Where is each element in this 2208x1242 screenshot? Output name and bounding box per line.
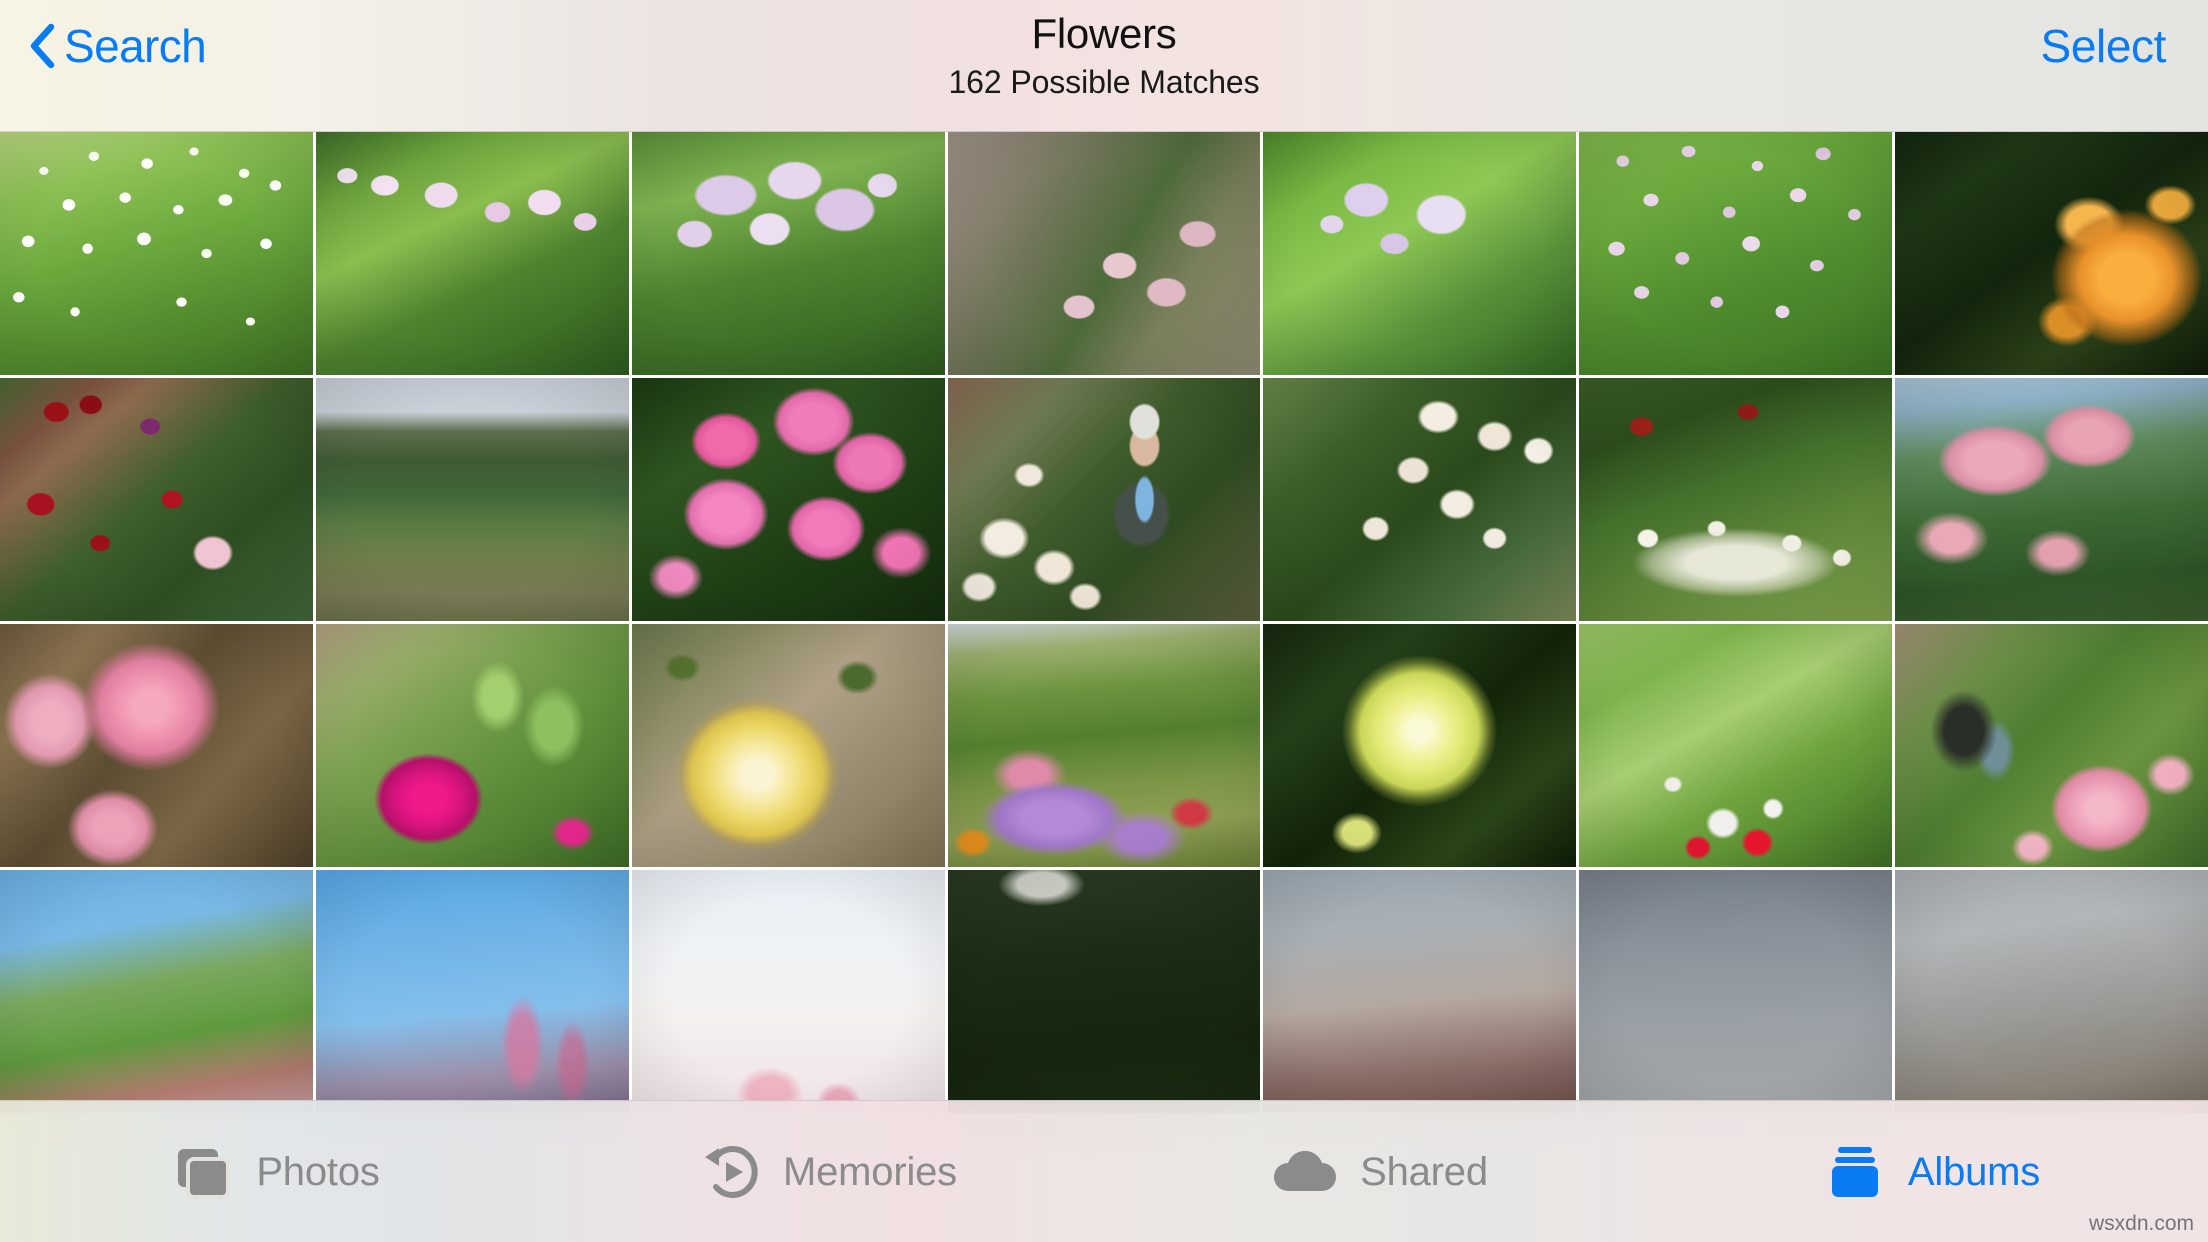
- photo-thumbnail[interactable]: [315, 378, 629, 621]
- photo-thumbnail[interactable]: [947, 378, 1261, 621]
- photo-image: [0, 132, 313, 375]
- photo-thumbnail[interactable]: [1263, 132, 1577, 375]
- photo-grid-scroll-area[interactable]: [0, 0, 2208, 1242]
- photo-thumbnail[interactable]: [315, 132, 629, 375]
- photo-image: [947, 378, 1261, 621]
- photo-thumbnail[interactable]: [1263, 378, 1577, 621]
- navigation-bar: Search Flowers 162 Possible Matches Sele…: [0, 0, 2208, 132]
- photo-image: [631, 378, 945, 621]
- photos-stack-icon: [178, 1148, 231, 1199]
- photo-thumbnail[interactable]: [947, 132, 1261, 375]
- photo-thumbnail[interactable]: [947, 624, 1261, 867]
- photo-image: [631, 132, 945, 375]
- back-to-search-button[interactable]: Search: [28, 14, 207, 78]
- page-subtitle-match-count: 162 Possible Matches: [948, 63, 1260, 100]
- photo-image: [631, 870, 945, 1113]
- photo-thumbnail[interactable]: [0, 378, 313, 621]
- photo-thumbnail[interactable]: [1895, 870, 2208, 1113]
- photo-image: [1263, 378, 1577, 621]
- photo-thumbnail[interactable]: [1263, 624, 1577, 867]
- photo-image: [315, 132, 629, 375]
- photo-thumbnail[interactable]: [1579, 378, 1893, 621]
- photo-image: [0, 378, 313, 621]
- photo-thumbnail[interactable]: [631, 870, 945, 1113]
- photo-thumbnail[interactable]: [1263, 870, 1577, 1113]
- photo-thumbnail[interactable]: [1579, 624, 1893, 867]
- tab-memories[interactable]: Memories: [552, 1101, 1104, 1242]
- photo-thumbnail[interactable]: [631, 624, 945, 867]
- tab-shared[interactable]: Shared: [1104, 1101, 1656, 1242]
- photo-image: [1579, 132, 1893, 375]
- photo-image: [1579, 870, 1893, 1113]
- photo-thumbnail[interactable]: [1579, 132, 1893, 375]
- photo-image: [315, 870, 629, 1113]
- photo-image: [1895, 132, 2208, 375]
- photo-thumbnail[interactable]: [631, 132, 945, 375]
- photo-thumbnail[interactable]: [947, 870, 1261, 1113]
- photo-image: [1895, 378, 2208, 621]
- photo-image: [1263, 870, 1577, 1113]
- photo-grid: [0, 132, 2208, 1113]
- page-title: Flowers: [1031, 10, 1177, 57]
- photo-image: [315, 624, 629, 867]
- tab-bar: Photos Memories Shared Albums: [0, 1100, 2208, 1242]
- photo-image: [1895, 624, 2208, 867]
- photo-thumbnail[interactable]: [1895, 132, 2208, 375]
- photo-thumbnail[interactable]: [0, 870, 313, 1113]
- photo-image: [947, 624, 1261, 867]
- photo-image: [1263, 132, 1577, 375]
- photo-thumbnail[interactable]: [0, 132, 313, 375]
- tab-photos-label: Photos: [256, 1149, 380, 1194]
- photo-image: [1579, 378, 1893, 621]
- photo-thumbnail[interactable]: [631, 378, 945, 621]
- photo-thumbnail[interactable]: [0, 624, 313, 867]
- photo-thumbnail[interactable]: [315, 624, 629, 867]
- photo-image: [1263, 624, 1577, 867]
- tab-albums[interactable]: Albums: [1656, 1101, 2208, 1242]
- photo-image: [631, 624, 945, 867]
- select-button[interactable]: Select: [2041, 18, 2167, 76]
- photos-app-screen: Search Flowers 162 Possible Matches Sele…: [0, 0, 2208, 1242]
- back-button-label: Search: [64, 20, 207, 72]
- tab-albums-label: Albums: [1907, 1149, 2041, 1194]
- navigation-title-block: Flowers 162 Possible Matches: [0, 10, 2208, 100]
- photo-image: [1895, 870, 2208, 1113]
- photo-image: [0, 870, 313, 1113]
- photo-thumbnail[interactable]: [1895, 624, 2208, 867]
- photo-image: [947, 870, 1261, 1113]
- photo-thumbnail[interactable]: [315, 870, 629, 1113]
- albums-stack-icon: [1831, 1146, 1878, 1197]
- cloud-icon: [1274, 1150, 1337, 1191]
- photo-image: [1579, 624, 1893, 867]
- photo-thumbnail[interactable]: [1579, 870, 1893, 1113]
- photo-image: [0, 624, 313, 867]
- chevron-left-icon: [30, 23, 55, 69]
- photo-image: [315, 378, 629, 621]
- tab-memories-label: Memories: [783, 1149, 957, 1194]
- photo-image: [947, 132, 1261, 375]
- memories-replay-icon: [705, 1145, 758, 1198]
- tab-photos[interactable]: Photos: [0, 1101, 552, 1242]
- tab-shared-label: Shared: [1360, 1149, 1488, 1194]
- photo-thumbnail[interactable]: [1895, 378, 2208, 621]
